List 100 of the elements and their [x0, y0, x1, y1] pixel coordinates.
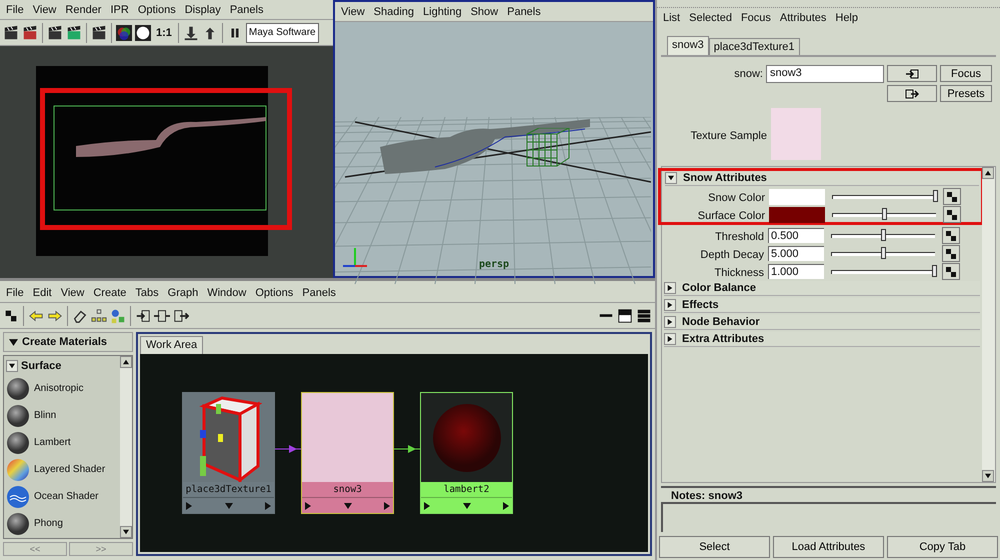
slider-track[interactable]	[828, 246, 938, 260]
map-texture-button[interactable]	[942, 263, 960, 280]
shader-node[interactable]: lambert2	[420, 392, 513, 514]
scroll-down-button[interactable]	[120, 526, 132, 538]
menu-item[interactable]: Options	[138, 4, 176, 16]
io-connections-icon[interactable]	[154, 308, 170, 324]
menu-item[interactable]: File	[6, 4, 24, 16]
output-connections-icon[interactable]	[173, 308, 189, 324]
checker-icon[interactable]	[3, 308, 19, 324]
material-item[interactable]: Ocean Shader	[6, 484, 118, 509]
menu-item[interactable]: View	[32, 4, 56, 16]
scroll-down-button[interactable]	[982, 470, 994, 482]
scroll-up-button[interactable]	[982, 167, 994, 179]
value-field[interactable]: 0.500	[768, 228, 824, 243]
menu-item[interactable]: Render	[65, 4, 102, 16]
clapper-icon[interactable]	[47, 24, 63, 40]
eraser-icon[interactable]	[72, 308, 88, 324]
map-texture-button[interactable]	[942, 245, 960, 262]
caret-icon	[668, 175, 674, 181]
section-header[interactable]: Color Balance	[664, 281, 980, 296]
material-label: Anisotropic	[34, 383, 84, 394]
menu-item[interactable]: Panels	[302, 286, 336, 298]
value-field[interactable]: 1.000	[768, 264, 824, 279]
menu-item[interactable]: Tabs	[135, 286, 159, 298]
menu-item[interactable]: View	[341, 6, 365, 18]
slider-thumb[interactable]	[882, 208, 886, 220]
footer-button[interactable]: Load Attributes	[773, 536, 884, 558]
editor-button[interactable]: Presets	[940, 85, 992, 102]
section-header[interactable]: Snow Attributes	[665, 171, 979, 186]
node-tab[interactable]: place3dTexture1	[708, 38, 800, 55]
real-size-button[interactable]: 1:1	[154, 26, 174, 38]
clapper-icon[interactable]	[22, 24, 38, 40]
menu-item[interactable]: Selected	[689, 12, 732, 24]
menu-item[interactable]: Focus	[740, 12, 771, 24]
network-icon[interactable]	[110, 308, 126, 324]
slider-thumb[interactable]	[880, 228, 886, 240]
input-node-button[interactable]	[887, 65, 937, 82]
slider-track[interactable]	[829, 208, 939, 222]
clapper-icon[interactable]	[3, 24, 19, 40]
menu-item[interactable]: List	[663, 12, 680, 24]
section-header[interactable]: Node Behavior	[664, 315, 980, 330]
material-item[interactable]: Layered Shader	[6, 457, 118, 482]
scroll-up-button[interactable]	[120, 356, 132, 368]
menu-item[interactable]: Attributes	[780, 12, 826, 24]
menu-item[interactable]: View	[60, 286, 84, 298]
material-item[interactable]: Anisotropic	[6, 376, 118, 401]
material-item[interactable]: Blinn	[6, 403, 118, 428]
menu-item[interactable]: Graph	[168, 286, 198, 298]
menu-item[interactable]: IPR	[110, 4, 129, 16]
category-header[interactable]: Surface	[6, 358, 118, 374]
node-name-field[interactable]: snow3	[766, 65, 884, 83]
play-icon	[264, 502, 272, 510]
shader-node[interactable]: snow3	[301, 392, 394, 514]
map-texture-button[interactable]	[942, 227, 960, 244]
renderer-dropdown[interactable]: Maya Software	[246, 22, 319, 42]
play-icon	[185, 502, 193, 510]
work-area-tab[interactable]: Work Area	[140, 336, 204, 354]
editor-button[interactable]: Focus	[940, 65, 992, 82]
slider-track[interactable]	[829, 190, 939, 204]
material-item[interactable]: Phong	[6, 511, 118, 536]
output-node-button[interactable]	[887, 85, 937, 102]
shader-node[interactable]: place3dTexture1	[182, 392, 275, 514]
menu-item[interactable]: Panels	[507, 6, 541, 18]
section-header[interactable]: Effects	[664, 298, 980, 313]
input-connections-icon[interactable]	[135, 308, 151, 324]
layout-icon[interactable]	[617, 308, 633, 324]
menu-item[interactable]: Shading	[374, 6, 414, 18]
alpha-channel-icon[interactable]	[135, 24, 151, 40]
menu-item[interactable]: File	[6, 286, 24, 298]
panel-header[interactable]: Create Materials	[3, 332, 133, 352]
value-field[interactable]: 5.000	[768, 246, 824, 261]
nodes-icon[interactable]	[91, 308, 107, 324]
node-tab[interactable]: snow3	[667, 36, 709, 55]
menu-item[interactable]: Window	[207, 286, 246, 298]
map-texture-button[interactable]	[943, 206, 961, 223]
slider-track[interactable]	[828, 228, 938, 242]
menu-item[interactable]: Panels	[230, 4, 264, 16]
menu-item[interactable]: Create	[93, 286, 126, 298]
menu-item[interactable]: Show	[470, 6, 498, 18]
menu-item[interactable]: Lighting	[423, 6, 462, 18]
map-texture-button[interactable]	[943, 188, 961, 205]
keep-image-icon[interactable]	[182, 24, 199, 40]
layout-icon[interactable]	[636, 308, 652, 324]
slider-track[interactable]	[828, 264, 938, 278]
menu-item[interactable]: Help	[835, 12, 858, 24]
color-channels-icon[interactable]	[116, 24, 132, 40]
material-item[interactable]: Lambert	[6, 430, 118, 455]
section-header[interactable]: Extra Attributes	[664, 332, 980, 347]
slider-thumb[interactable]	[880, 246, 886, 258]
footer-button[interactable]: Select	[659, 536, 770, 558]
menu-item[interactable]: Options	[255, 286, 294, 298]
footer-button[interactable]: Copy Tab	[887, 536, 998, 558]
clapper-icon[interactable]	[91, 24, 107, 40]
color-swatch[interactable]	[769, 188, 825, 204]
slider-thumb[interactable]	[932, 264, 937, 276]
menu-item[interactable]: Display	[184, 4, 221, 16]
menu-item[interactable]: Edit	[32, 286, 52, 298]
color-swatch[interactable]	[769, 206, 825, 222]
slider-thumb[interactable]	[933, 190, 938, 202]
clapper-icon[interactable]	[66, 24, 82, 40]
